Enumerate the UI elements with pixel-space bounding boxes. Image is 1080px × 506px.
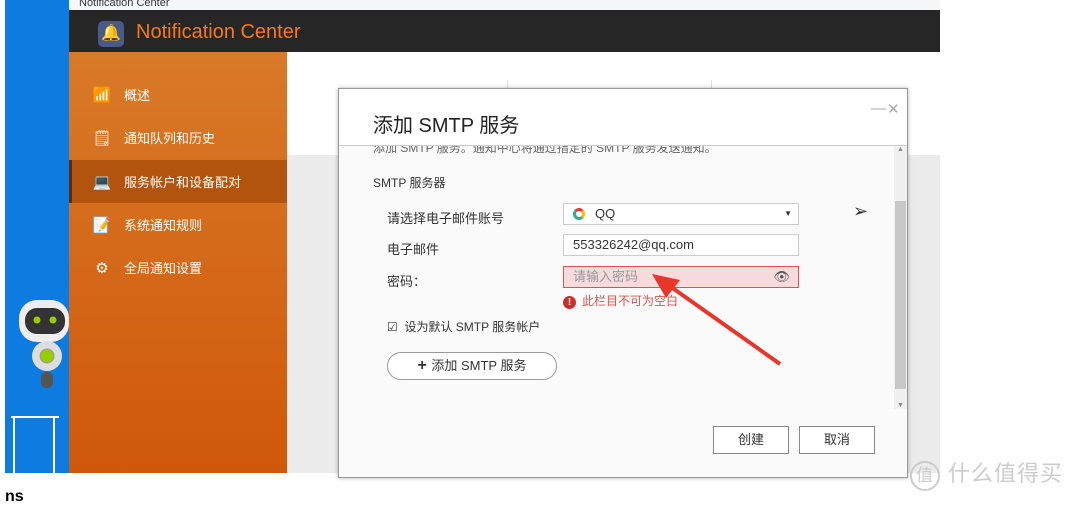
email-label: 电子邮件 <box>387 242 440 257</box>
rules-icon: 📝 <box>92 216 112 234</box>
dialog-header: 添加 SMTP 服务 — ✕ <box>339 89 907 146</box>
error-icon: ! <box>563 296 576 309</box>
default-label: 设为默认 SMTP 服务帐户 <box>404 320 541 334</box>
sidebar: 📶 概述 🗒 通知队列和历史 💻 服务帐户和设备配对 📝 系统通知规则 ⚙ 全局通知设置 <box>69 52 287 473</box>
sidebar-item-label: 通知队列和历史 <box>124 131 216 146</box>
toggle-icon: ⚙ <box>95 259 109 277</box>
bell-gear-logo-icon: 🔔 <box>98 21 124 47</box>
dialog-scrollbar[interactable]: ▲ ▼ <box>894 146 907 409</box>
footer-text: ns <box>5 488 24 505</box>
chart-icon: 📶 <box>92 86 112 104</box>
scrollbar-thumb[interactable] <box>895 201 906 389</box>
sidebar-item-rules[interactable]: 📝 系统通知规则 <box>69 203 287 246</box>
dialog-title: 添加 SMTP 服务 <box>373 115 520 137</box>
account-label: 请选择电子邮件账号 <box>387 211 505 226</box>
app-header: 🔔 Notification Center <box>69 10 940 52</box>
watermark-text: 什么值得买 <box>948 461 1064 486</box>
sidebar-item-label: 概述 <box>124 88 151 103</box>
add-smtp-label: 添加 SMTP 服务 <box>431 358 527 373</box>
sidebar-item-label: 系统通知规则 <box>124 218 203 233</box>
sidebar-item-label: 全局通知设置 <box>124 261 203 276</box>
password-label: 密码： <box>387 274 427 289</box>
app-title: Notification Center <box>136 21 301 43</box>
history-icon: 🗒 <box>92 129 112 147</box>
close-button[interactable]: ✕ <box>887 100 900 118</box>
minimize-button[interactable]: — <box>871 100 886 117</box>
sidebar-item-history[interactable]: 🗒 通知队列和历史 <box>69 116 287 159</box>
checkbox-checked-icon: ☑ <box>387 320 398 334</box>
trash-icon[interactable] <box>11 416 59 473</box>
sidebar-item-global-settings[interactable]: ⚙ 全局通知设置 <box>69 246 287 289</box>
sidebar-item-service-accounts[interactable]: 💻 服务帐户和设备配对 <box>69 160 287 203</box>
devices-icon: 💻 <box>92 173 112 191</box>
watermark: 值什么值得买 <box>910 456 1063 491</box>
plus-icon: + <box>417 357 432 374</box>
account-value: QQ <box>595 206 616 221</box>
dialog-intro: 添加 SMTP 服务。通知中心将通过指定的 SMTP 服务发送通知。 <box>373 146 717 155</box>
create-button[interactable]: 创建 <box>713 426 789 454</box>
add-smtp-dialog: 添加 SMTP 服务 — ✕ 添加 SMTP 服务。通知中心将通过指定的 SMT… <box>338 88 908 478</box>
sidebar-item-label: 服务帐户和设备配对 <box>124 175 242 190</box>
watermark-badge: 值 <box>910 461 940 491</box>
qq-mail-icon <box>573 208 585 220</box>
chevron-down-icon: ▼ <box>784 209 792 218</box>
default-checkbox[interactable]: ☑ 设为默认 SMTP 服务帐户 <box>387 318 540 335</box>
scroll-down-icon[interactable]: ▼ <box>894 402 907 409</box>
cancel-button[interactable]: 取消 <box>799 426 875 454</box>
add-smtp-button[interactable]: + 添加 SMTP 服务 <box>387 352 557 380</box>
dialog-body: 添加 SMTP 服务。通知中心将通过指定的 SMTP 服务发送通知。 SMTP … <box>339 146 893 466</box>
annotation-arrow <box>652 274 782 366</box>
send-test-icon[interactable]: ➢ <box>853 201 868 222</box>
account-select[interactable]: QQ ▼ <box>563 203 799 225</box>
window-title: Notification Center <box>69 0 940 10</box>
sidebar-item-overview[interactable]: 📶 概述 <box>69 73 287 116</box>
desktop-strip <box>5 0 69 473</box>
password-placeholder: 请输入密码 <box>573 269 639 284</box>
scroll-up-icon[interactable]: ▲ <box>894 146 907 153</box>
email-input[interactable]: 553326242@qq.com <box>563 234 799 256</box>
robot-assistant-icon[interactable] <box>13 298 71 390</box>
section-label: SMTP 服务器 <box>373 176 446 190</box>
